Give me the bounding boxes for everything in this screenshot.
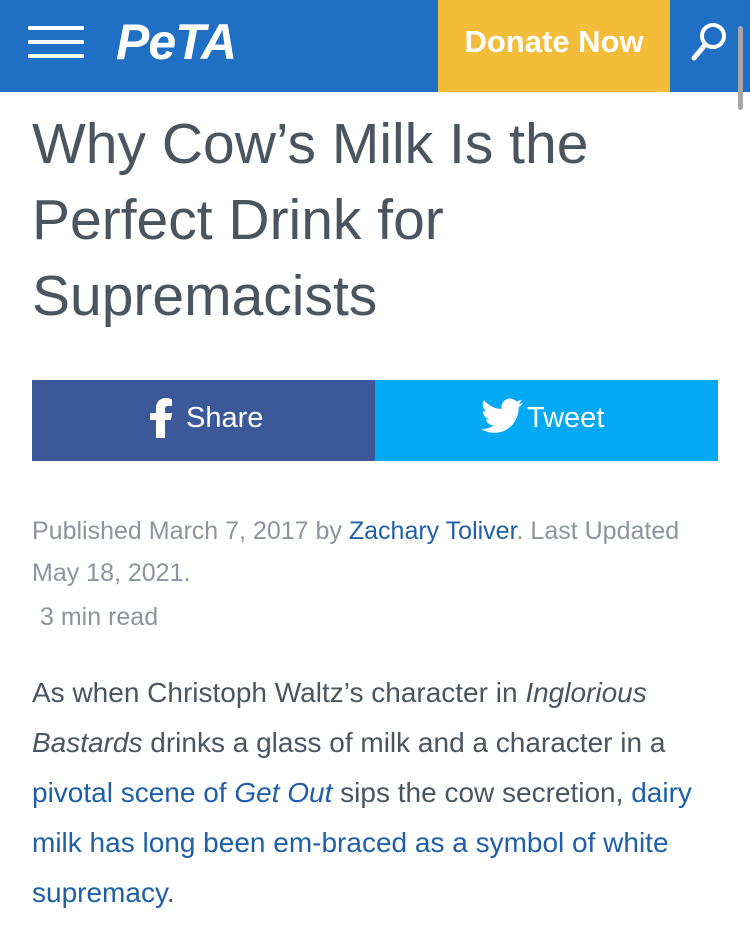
- published-date: Published March 7, 2017 by: [32, 517, 349, 545]
- paragraph-text: As when Christoph Waltz’s character in: [32, 677, 526, 708]
- article-paragraph: As when Christoph Waltz’s character in I…: [32, 668, 722, 918]
- hamburger-menu-icon[interactable]: [28, 22, 84, 62]
- facebook-share-button[interactable]: Share: [32, 380, 375, 461]
- pivotal-scene-link[interactable]: pivotal scene of Get Out: [32, 777, 332, 808]
- scrollbar-thumb[interactable]: [738, 26, 743, 110]
- author-link[interactable]: Zachary Toliver: [349, 517, 517, 545]
- read-time: 3 min read: [40, 603, 159, 631]
- donate-now-button[interactable]: Donate Now: [438, 0, 670, 92]
- twitter-icon: [481, 398, 523, 433]
- menu-line: [28, 26, 84, 30]
- tweet-label: Tweet: [527, 402, 605, 434]
- search-icon: [691, 23, 726, 61]
- menu-line: [28, 54, 84, 58]
- share-buttons: Share Tweet: [32, 380, 718, 461]
- article-meta: Published March 7, 2017 by Zachary Toliv…: [32, 510, 718, 594]
- paragraph-text: sips the cow secretion,: [332, 777, 632, 808]
- link-text: pivotal scene of: [32, 777, 235, 808]
- peta-logo[interactable]: PeTA: [116, 12, 237, 72]
- share-label: Share: [186, 402, 264, 434]
- menu-line: [28, 40, 84, 44]
- twitter-tweet-button[interactable]: Tweet: [375, 380, 718, 461]
- paragraph-text: .: [166, 877, 175, 908]
- facebook-icon: [150, 398, 172, 438]
- article-title: Why Cow’s Milk Is the Perfect Drink for …: [32, 112, 589, 328]
- film-title: Get Out: [234, 777, 333, 808]
- site-header: PeTA Donate Now: [0, 0, 750, 92]
- paragraph-text: drinks a glass of milk and a character i…: [142, 727, 666, 758]
